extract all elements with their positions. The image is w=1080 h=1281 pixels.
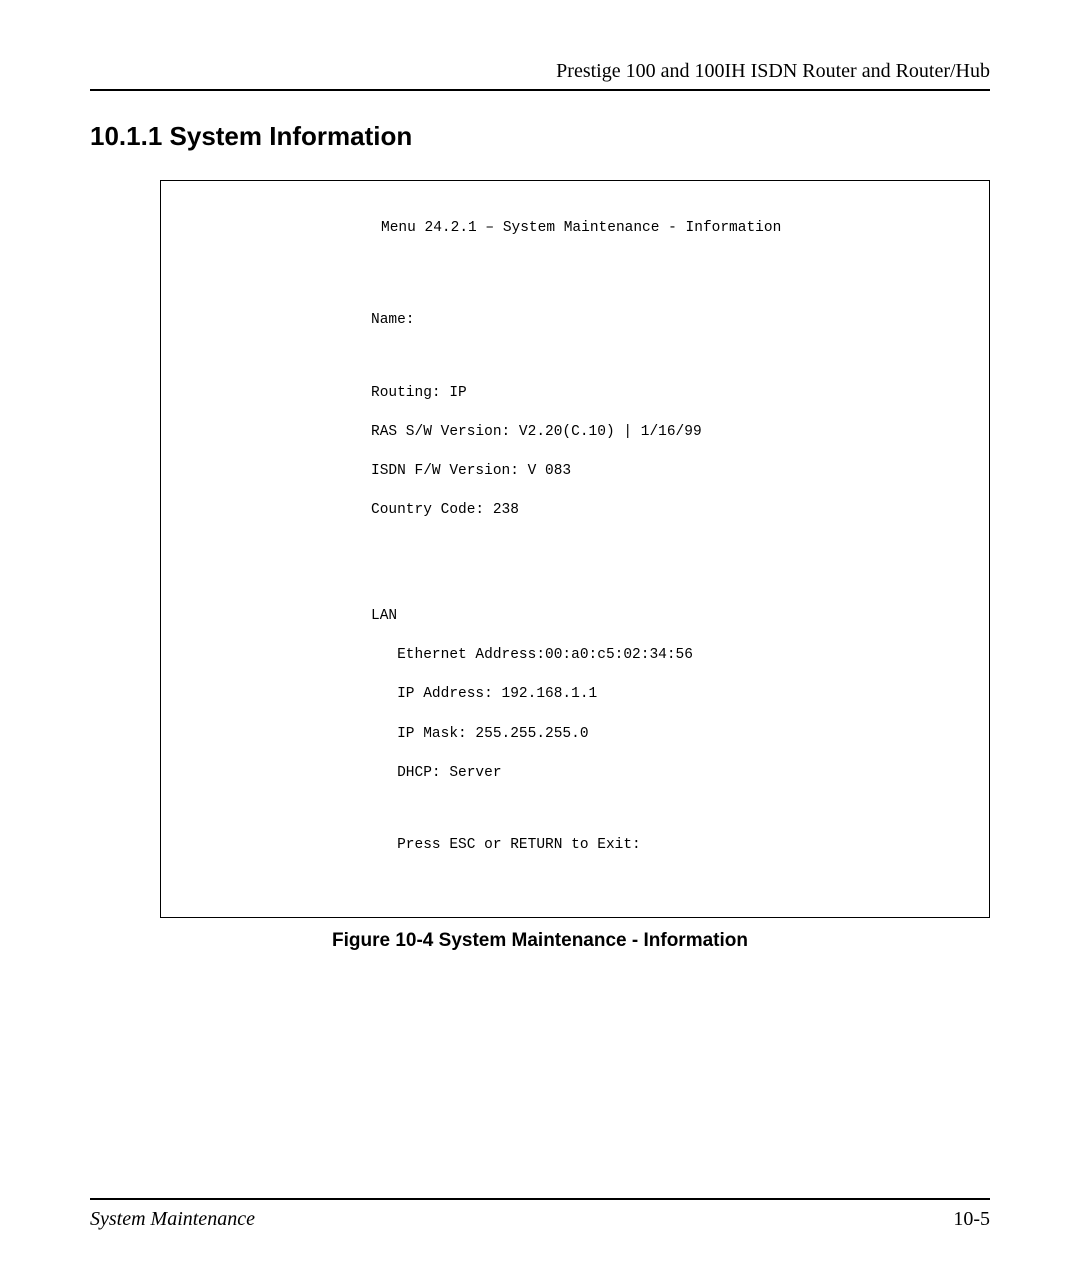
isdn-version-line: ISDN F/W Version: V 083 — [371, 462, 979, 482]
figure-caption-text: Figure 10-4 System Maintenance - Informa… — [332, 930, 748, 951]
footer-left: System Maintenance — [90, 1208, 255, 1231]
page-header: Prestige 100 and 100IH ISDN Router and R… — [90, 60, 990, 91]
page-footer: System Maintenance 10-5 — [90, 1198, 990, 1231]
ip-mask-line: IP Mask: 255.255.255.0 — [371, 725, 979, 745]
section-heading-text: 10.1.1 System Information — [90, 121, 412, 151]
figure-caption: Figure 10-4 System Maintenance - Informa… — [90, 930, 990, 952]
footer-right: 10-5 — [953, 1208, 990, 1231]
header-title: Prestige 100 and 100IH ISDN Router and R… — [556, 60, 990, 82]
name-label: Name: — [371, 311, 979, 331]
dhcp-line: DHCP: Server — [371, 764, 979, 784]
country-code-line: Country Code: 238 — [371, 501, 979, 521]
exit-line: Press ESC or RETURN to Exit: — [371, 836, 979, 856]
routing-line: Routing: IP — [371, 384, 979, 404]
ras-version-line: RAS S/W Version: V2.20(C.10) | 1/16/99 — [371, 423, 979, 443]
terminal-screen: Menu 24.2.1 – System Maintenance - Infor… — [160, 180, 990, 918]
section-heading: 10.1.1 System Information — [90, 121, 990, 152]
ip-addr-line: IP Address: 192.168.1.1 — [371, 685, 979, 705]
lan-label: LAN — [371, 607, 979, 627]
menu-title: Menu 24.2.1 – System Maintenance - Infor… — [171, 219, 979, 239]
ethernet-line: Ethernet Address:00:a0:c5:02:34:56 — [371, 646, 979, 666]
